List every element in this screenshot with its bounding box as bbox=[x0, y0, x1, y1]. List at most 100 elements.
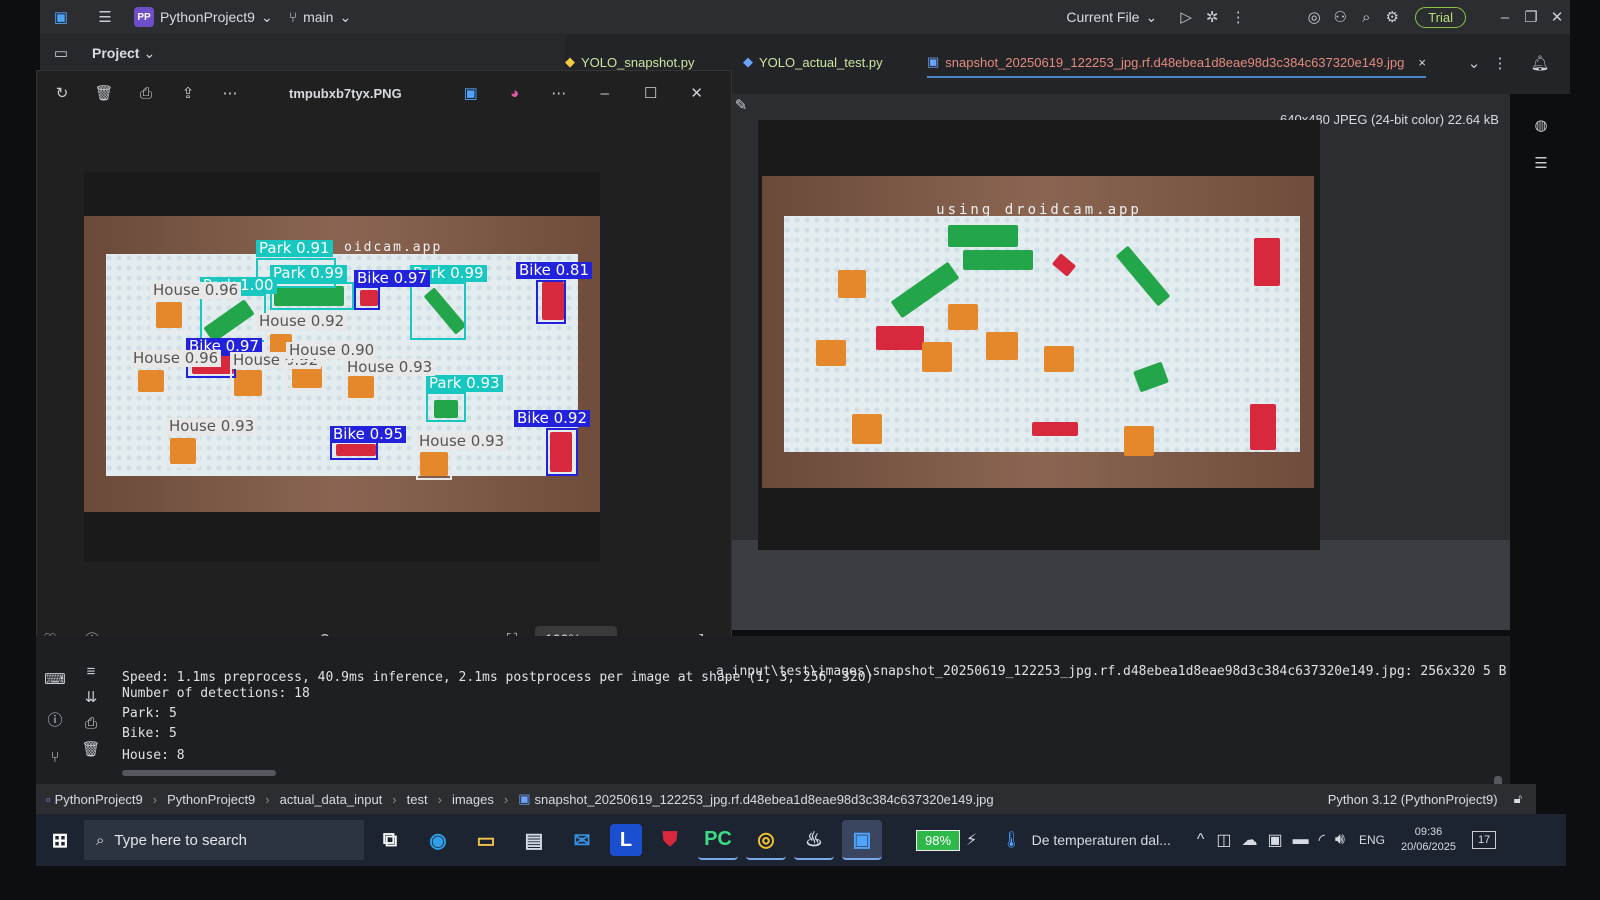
pycharm-icon[interactable]: PC bbox=[698, 820, 738, 860]
database-icon[interactable]: ☰ bbox=[1528, 150, 1554, 176]
detection-label-house: House 0.90 bbox=[286, 342, 378, 359]
run-console: ⌨ ⓘ ⑂ ≡ ⇊ ⎙ 🗑︎ a_input\test\images\snaps… bbox=[36, 636, 1510, 798]
search-icon[interactable]: ⌕ bbox=[1353, 4, 1379, 30]
red-block bbox=[876, 326, 924, 350]
console-speed-line: Speed: 1.1ms preprocess, 40.9ms inferenc… bbox=[122, 670, 874, 685]
green-block bbox=[948, 225, 1018, 247]
paint-icon[interactable]: ◕ bbox=[502, 80, 528, 106]
clear-console-icon[interactable]: 🗑︎ bbox=[78, 736, 104, 762]
language-indicator[interactable]: ENG bbox=[1359, 833, 1385, 847]
detection-box-house bbox=[166, 434, 200, 468]
file-explorer-icon[interactable]: ▭ bbox=[466, 820, 506, 860]
wifi-icon[interactable]: ◜ bbox=[1319, 830, 1325, 850]
more-vertical-icon[interactable]: ⋮ bbox=[1225, 4, 1251, 30]
battery-indicator[interactable]: 98% bbox=[916, 829, 961, 851]
debug-icon[interactable]: ✲ bbox=[1199, 4, 1225, 30]
print-icon[interactable]: ⎙ bbox=[78, 710, 104, 736]
branch-selector[interactable]: ⑂ main ⌄ bbox=[289, 9, 352, 26]
breadcrumb-item[interactable]: test bbox=[407, 792, 428, 807]
more-horizontal-icon[interactable]: ⋯ bbox=[546, 80, 572, 106]
outlook-icon[interactable]: ✉ bbox=[562, 820, 602, 860]
rotate-icon[interactable]: ↻ bbox=[49, 80, 75, 106]
chevron-right-icon: › bbox=[265, 791, 270, 807]
project-panel-label[interactable]: Project bbox=[92, 45, 139, 61]
python-interpreter[interactable]: Python 3.12 (PythonProject9) bbox=[1328, 792, 1498, 807]
detection-label-house: House 0.93 bbox=[416, 433, 508, 450]
more-vertical-icon[interactable]: ⋮ bbox=[1487, 50, 1513, 76]
share-icon[interactable]: ⇪ bbox=[175, 80, 201, 106]
volume-icon[interactable]: 🔊︎ bbox=[1335, 831, 1345, 849]
tab-label: YOLO_snapshot.py bbox=[581, 54, 695, 70]
mcafee-icon[interactable]: ⛊ bbox=[650, 820, 690, 860]
console-bike-line: Bike: 5 bbox=[122, 726, 177, 741]
taskbar-search-box[interactable]: ⌕ Type here to search bbox=[84, 820, 364, 860]
maximize-icon[interactable]: ☐ bbox=[638, 80, 664, 106]
breadcrumb-item[interactable]: PythonProject9 bbox=[167, 792, 255, 807]
close-icon[interactable]: ✕ bbox=[1544, 4, 1570, 30]
git-icon[interactable]: ⑂ bbox=[42, 744, 68, 770]
l-app-icon[interactable]: L bbox=[610, 824, 642, 856]
clock-time: 09:36 bbox=[1414, 826, 1443, 838]
chrome-icon[interactable]: ◎ bbox=[746, 820, 786, 860]
breadcrumb-label: images bbox=[451, 791, 494, 807]
weather-icon: 🌡︎ bbox=[1001, 832, 1022, 849]
chevron-up-icon[interactable]: ^ bbox=[1197, 831, 1205, 849]
delete-icon[interactable]: 🗑︎ bbox=[91, 80, 117, 106]
horizontal-scrollbar[interactable] bbox=[122, 770, 276, 776]
tab-yolo-snapshot[interactable]: ◆ YOLO_snapshot.py bbox=[565, 54, 694, 70]
problems-icon[interactable]: ⓘ bbox=[42, 706, 68, 732]
tray-icon[interactable]: ◫ bbox=[1216, 830, 1231, 850]
project-selector[interactable]: PP PythonProject9 ⌄ bbox=[134, 7, 273, 27]
soft-wrap-icon[interactable]: ≡ bbox=[78, 658, 104, 684]
minimize-icon[interactable]: – bbox=[1492, 4, 1518, 30]
edit-image-icon[interactable]: ▣ bbox=[458, 80, 484, 106]
notification-center-icon[interactable]: 17 bbox=[1472, 831, 1497, 849]
tabs-dropdown-icon[interactable]: ⌄ bbox=[1461, 50, 1487, 76]
more-horizontal-icon[interactable]: ⋯ bbox=[217, 80, 243, 106]
lock-icon[interactable]: 🔓︎ bbox=[1514, 791, 1522, 807]
terminal-icon[interactable]: ⌨ bbox=[42, 666, 68, 692]
detection-label-park: Park 0.99 bbox=[270, 265, 347, 282]
edge-icon[interactable]: ◉ bbox=[418, 820, 458, 860]
scroll-to-end-icon[interactable]: ⇊ bbox=[78, 684, 104, 710]
run-config-selector[interactable]: Current File ⌄ bbox=[1066, 9, 1157, 26]
main-menu-icon[interactable]: ☰ bbox=[92, 4, 118, 30]
print-icon[interactable]: ⎙ bbox=[133, 80, 159, 106]
store-icon[interactable]: ▤ bbox=[514, 820, 554, 860]
folder-icon[interactable]: ▭ bbox=[48, 40, 74, 66]
add-user-icon[interactable]: ⚇ bbox=[1327, 4, 1353, 30]
run-icon[interactable]: ▷ bbox=[1173, 4, 1199, 30]
clock[interactable]: 09:36 20/06/2025 bbox=[1401, 825, 1456, 855]
ai-assistant-icon[interactable]: ◎ bbox=[1301, 4, 1327, 30]
module-icon: ▫ bbox=[46, 791, 51, 807]
notification-count: 17 bbox=[1478, 834, 1491, 846]
breadcrumb-item[interactable]: actual_data_input bbox=[280, 792, 383, 807]
chevron-down-icon: ⌄ bbox=[339, 8, 352, 25]
windows-start-icon[interactable]: ⊞ bbox=[40, 820, 80, 860]
tab-yolo-actual-test[interactable]: ◆ YOLO_actual_test.py bbox=[743, 54, 883, 70]
tray-icon[interactable]: ▣ bbox=[1268, 830, 1283, 850]
steam-icon[interactable]: ♨ bbox=[794, 820, 834, 860]
viewer-filename: tmpubxb7tyx.PNG bbox=[289, 85, 402, 101]
trial-badge[interactable]: Trial bbox=[1415, 6, 1466, 28]
breadcrumb-item[interactable]: ▫ PythonProject9 bbox=[46, 792, 143, 807]
close-icon[interactable]: ✕ bbox=[684, 80, 710, 106]
task-view-icon[interactable]: ⧉ bbox=[370, 820, 410, 860]
viewer-toolbar: ↻ 🗑︎ ⎙ ⇪ ⋯ tmpubxb7tyx.PNG ▣ ◕ ⋯ – ☐ ✕ bbox=[37, 71, 731, 115]
breadcrumb-item[interactable]: ▣ snapshot_20250619_122253_jpg.rf.d48ebe… bbox=[518, 791, 993, 807]
ai-chat-icon[interactable]: ◍ bbox=[1528, 112, 1554, 138]
photos-icon[interactable]: ▣ bbox=[842, 820, 882, 860]
tray-icon[interactable]: ▬ bbox=[1293, 831, 1309, 849]
python-file-icon: ◆ bbox=[743, 54, 753, 69]
minimize-icon[interactable]: – bbox=[592, 80, 618, 106]
gear-icon[interactable]: ⚙ bbox=[1379, 4, 1405, 30]
tab-snapshot-image[interactable]: ▣ snapshot_20250619_122253_jpg.rf.d48ebe… bbox=[927, 54, 1426, 78]
app-logo-icon[interactable]: ▣ bbox=[48, 4, 74, 30]
breadcrumb-item[interactable]: images bbox=[452, 792, 494, 807]
restore-icon[interactable]: ❐ bbox=[1518, 4, 1544, 30]
detection-box-park bbox=[410, 282, 466, 340]
notifications-bell-icon[interactable]: 🔔︎ bbox=[1527, 50, 1553, 76]
close-tab-icon[interactable]: × bbox=[1418, 55, 1426, 70]
weather-text[interactable]: De temperaturen dal... bbox=[1032, 832, 1171, 848]
cloud-icon[interactable]: ☁ bbox=[1242, 830, 1258, 850]
